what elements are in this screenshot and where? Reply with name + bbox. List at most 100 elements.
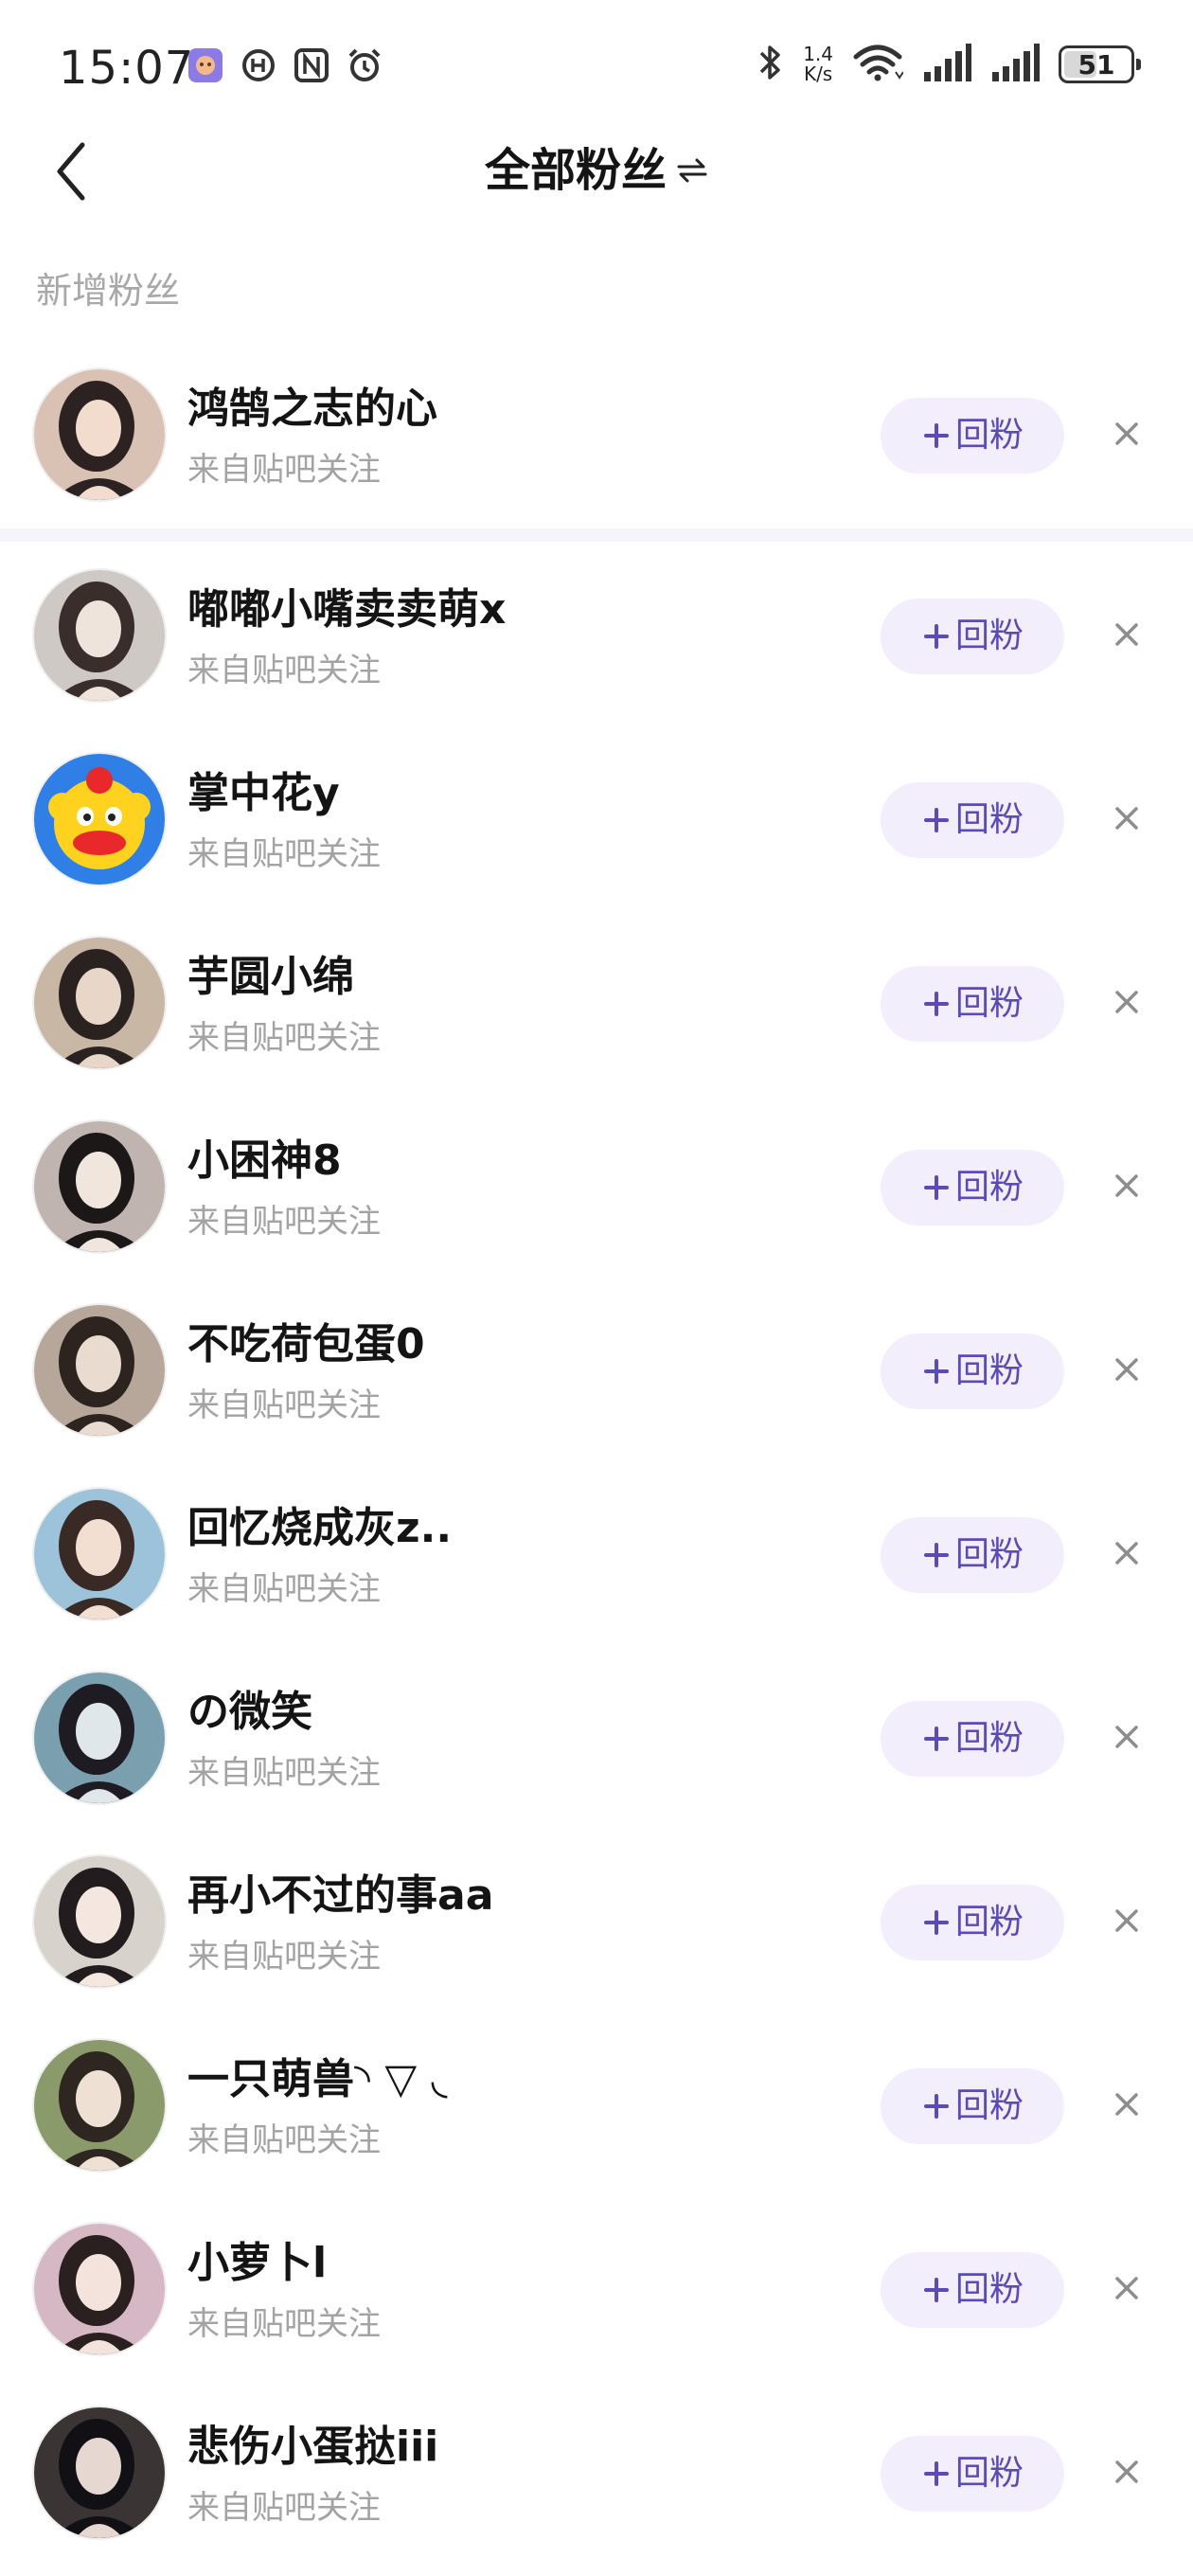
cartoon-clown-avatar[interactable] bbox=[34, 754, 165, 885]
fan-list-item[interactable]: 小困神8 来自贴吧关注 回粉 bbox=[0, 1095, 1193, 1279]
fan-source: 来自贴吧关注 bbox=[187, 1386, 381, 1424]
follow-back-label: 回粉 bbox=[954, 984, 1024, 1023]
close-icon bbox=[1113, 420, 1140, 451]
dismiss-button[interactable] bbox=[1104, 2084, 1149, 2129]
fan-list-item[interactable]: 再小不过的事aa 来自贴吧关注 回粉 bbox=[0, 1830, 1193, 2013]
follow-back-label: 回粉 bbox=[954, 2270, 1024, 2309]
fan-list-item[interactable]: 回忆烧成灰z.. 来自贴吧关注 回粉 bbox=[0, 1462, 1193, 1646]
switch-arrows-icon bbox=[676, 154, 708, 187]
network-speed-unit: K/s bbox=[803, 63, 833, 85]
plus-icon bbox=[921, 805, 952, 835]
follow-back-button[interactable]: 回粉 bbox=[881, 2436, 1064, 2512]
plus-icon bbox=[921, 1540, 952, 1570]
signal-icon bbox=[990, 44, 1040, 85]
fan-filter-toggle[interactable]: 全部粉丝 bbox=[0, 142, 1193, 199]
page-title: 全部粉丝 bbox=[484, 144, 667, 197]
dismiss-button[interactable] bbox=[1104, 614, 1149, 659]
photo-avatar[interactable] bbox=[34, 2407, 165, 2538]
fan-list-item[interactable]: 一只萌兽◝ ▽ ◟ 来自贴吧关注 回粉 bbox=[0, 2013, 1193, 2197]
follow-back-label: 回粉 bbox=[954, 1351, 1024, 1390]
status-left-icons bbox=[187, 47, 383, 83]
fan-list-item[interactable]: 嘟嘟小嘴卖卖萌x 来自贴吧关注 回粉 bbox=[0, 544, 1193, 727]
plus-icon bbox=[921, 2459, 952, 2489]
photo-avatar[interactable] bbox=[34, 1121, 165, 1252]
follow-back-button[interactable]: 回粉 bbox=[881, 966, 1064, 1042]
fan-name: 小萝卜l bbox=[187, 2239, 328, 2287]
close-icon bbox=[1113, 621, 1140, 652]
close-icon bbox=[1113, 1907, 1140, 1938]
follow-back-button[interactable]: 回粉 bbox=[881, 599, 1064, 674]
dismiss-button[interactable] bbox=[1104, 981, 1149, 1027]
follow-back-button[interactable]: 回粉 bbox=[881, 1517, 1064, 1593]
fan-list-item[interactable]: 鸿鹄之志的心 来自贴吧关注 回粉 bbox=[0, 343, 1193, 527]
photo-avatar[interactable] bbox=[34, 1673, 165, 1803]
dismiss-button[interactable] bbox=[1104, 1349, 1149, 1394]
fan-name: 悲伤小蛋挞iii bbox=[187, 2423, 439, 2471]
photo-avatar[interactable] bbox=[34, 1305, 165, 1436]
plus-icon bbox=[921, 2275, 952, 2305]
close-icon bbox=[1113, 1724, 1140, 1754]
status-bar: 15:07 1.4 K/s 51 bbox=[0, 0, 1193, 133]
photo-avatar[interactable] bbox=[34, 938, 165, 1068]
follow-back-button[interactable]: 回粉 bbox=[881, 398, 1064, 474]
photo-avatar[interactable] bbox=[34, 2040, 165, 2171]
photo-avatar[interactable] bbox=[34, 570, 165, 701]
fan-name: 再小不过的事aa bbox=[187, 1871, 494, 1920]
nav-bar: 全部粉丝 bbox=[0, 123, 1193, 218]
nfc-icon bbox=[294, 47, 329, 83]
fan-list-item[interactable]: 悲伤小蛋挞iii 来自贴吧关注 回粉 bbox=[0, 2381, 1193, 2565]
close-icon bbox=[1113, 805, 1140, 835]
plus-icon bbox=[921, 420, 952, 451]
fan-name: 芋圆小绵 bbox=[187, 953, 354, 1001]
photo-avatar[interactable] bbox=[34, 1489, 165, 1619]
follow-back-button[interactable]: 回粉 bbox=[881, 782, 1064, 858]
plus-icon bbox=[921, 1724, 952, 1754]
follow-back-button[interactable]: 回粉 bbox=[881, 1150, 1064, 1225]
follow-back-button[interactable]: 回粉 bbox=[881, 1885, 1064, 1960]
fan-source: 来自贴吧关注 bbox=[187, 1570, 381, 1608]
fan-name: の微笑 bbox=[187, 1688, 312, 1736]
fan-source: 来自贴吧关注 bbox=[187, 835, 381, 873]
follow-back-button[interactable]: 回粉 bbox=[881, 1333, 1064, 1409]
plus-icon bbox=[921, 989, 952, 1019]
dismiss-button[interactable] bbox=[1104, 1900, 1149, 1945]
close-icon bbox=[1113, 1356, 1140, 1386]
section-header-new-fans: 新增粉丝 bbox=[36, 270, 181, 312]
battery-indicator: 51 bbox=[1059, 45, 1141, 83]
dismiss-button[interactable] bbox=[1104, 1165, 1149, 1210]
fan-list-item[interactable]: 不吃荷包蛋0 来自贴吧关注 回粉 bbox=[0, 1279, 1193, 1462]
fan-name: 嘟嘟小嘴卖卖萌x bbox=[187, 585, 507, 634]
fan-list-item[interactable]: 小萝卜l 来自贴吧关注 回粉 bbox=[0, 2197, 1193, 2381]
close-icon bbox=[1113, 2091, 1140, 2121]
photo-avatar[interactable] bbox=[34, 2224, 165, 2354]
close-icon bbox=[1113, 1540, 1140, 1570]
status-time: 15:07 bbox=[59, 42, 195, 95]
follow-back-button[interactable]: 回粉 bbox=[881, 2068, 1064, 2144]
dismiss-button[interactable] bbox=[1104, 2451, 1149, 2496]
fan-name: 掌中花y bbox=[187, 769, 340, 817]
dismiss-button[interactable] bbox=[1104, 1532, 1149, 1578]
dismiss-button[interactable] bbox=[1104, 797, 1149, 843]
dismiss-button[interactable] bbox=[1104, 2267, 1149, 2313]
follow-back-label: 回粉 bbox=[954, 800, 1024, 839]
fan-source: 来自贴吧关注 bbox=[187, 2121, 381, 2159]
plus-icon bbox=[921, 1907, 952, 1938]
dismiss-button[interactable] bbox=[1104, 413, 1149, 458]
fan-source: 来自贴吧关注 bbox=[187, 652, 381, 689]
photo-avatar[interactable] bbox=[34, 369, 165, 500]
fan-source: 来自贴吧关注 bbox=[187, 2489, 381, 2527]
battery-percent: 51 bbox=[1077, 48, 1115, 80]
fan-list-item[interactable]: の微笑 来自贴吧关注 回粉 bbox=[0, 1646, 1193, 1830]
follow-back-label: 回粉 bbox=[954, 617, 1024, 655]
alarm-icon bbox=[347, 47, 383, 83]
follow-back-button[interactable]: 回粉 bbox=[881, 2252, 1064, 2328]
fan-source: 来自贴吧关注 bbox=[187, 1019, 381, 1057]
dismiss-button[interactable] bbox=[1104, 1716, 1149, 1762]
plus-icon bbox=[921, 2091, 952, 2121]
photo-avatar[interactable] bbox=[34, 1856, 165, 1987]
fan-list-item[interactable]: 掌中花y 来自贴吧关注 回粉 bbox=[0, 727, 1193, 911]
fan-list-item[interactable]: 芋圆小绵 来自贴吧关注 回粉 bbox=[0, 911, 1193, 1095]
follow-back-button[interactable]: 回粉 bbox=[881, 1701, 1064, 1777]
fan-name: 鸿鹄之志的心 bbox=[187, 385, 437, 433]
status-right-icons: 1.4 K/s 51 bbox=[756, 42, 1141, 87]
